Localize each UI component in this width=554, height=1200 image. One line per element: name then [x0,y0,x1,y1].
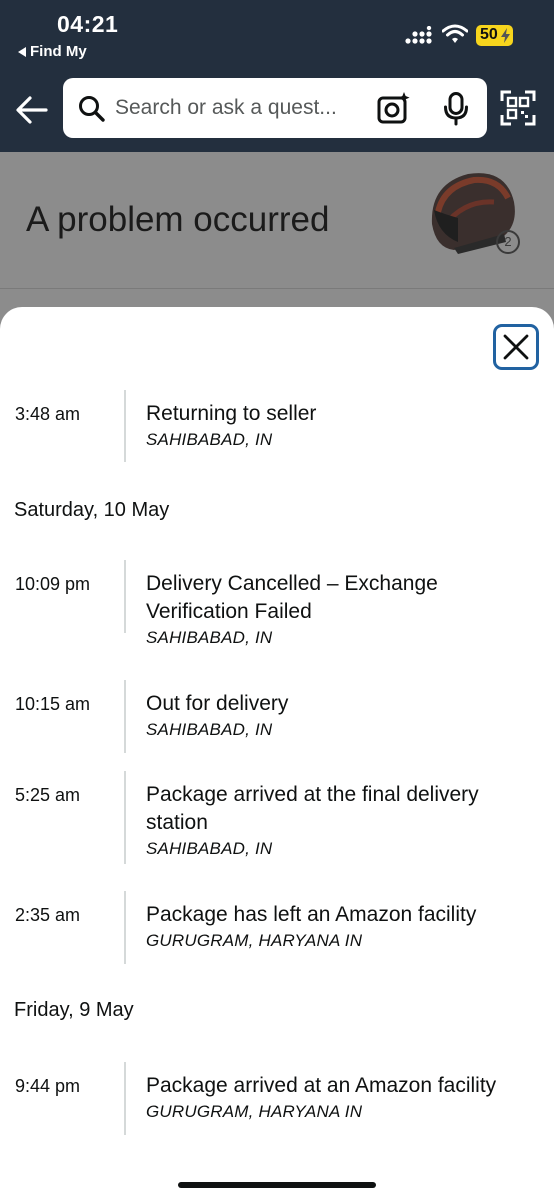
timeline-line [124,560,126,633]
back-to-app-link[interactable]: Find My [18,43,87,60]
event-location: SAHIBABAD, IN [146,720,273,739]
date-header: Saturday, 10 May [14,499,170,521]
status-time: 04:21 [57,11,119,37]
charging-bolt-icon [501,28,510,43]
close-button[interactable] [493,324,539,370]
timeline-line [124,771,126,864]
event-time: 3:48 am [15,404,81,424]
home-indicator[interactable] [178,1182,376,1188]
signal-icon [405,26,432,44]
wifi-icon [442,24,468,43]
top-bar: 04:21 Find My 50 [0,0,554,152]
event-time: 5:25 am [15,785,81,805]
camera-icon[interactable] [377,92,411,124]
search-icon [79,96,105,122]
page-title: A problem occurred [26,200,330,239]
qr-scanner-icon[interactable] [500,90,536,126]
event-location: SAHIBABAD, IN [146,839,273,858]
search-bar[interactable] [63,78,487,138]
event-title-line: station [146,811,208,834]
close-icon [503,334,529,360]
date-header: Friday, 9 May [14,999,134,1021]
battery-indicator: 50 [476,25,513,46]
microphone-icon[interactable] [443,92,469,126]
event-title: Returning to seller [146,402,317,425]
search-input[interactable] [115,90,360,126]
event-location: SAHIBABAD, IN [146,628,273,647]
item-count-badge: 2 [496,230,520,254]
timeline-line [124,680,126,753]
tracking-sheet: 3:48 am Returning to seller SAHIBABAD, I… [0,307,554,1200]
timeline-line [124,1062,126,1135]
event-title-line: Verification Failed [146,600,312,623]
back-triangle-icon [18,46,26,57]
timeline-line [124,891,126,964]
event-title: Package arrived at an Amazon facility [146,1074,497,1097]
event-title-line: Package arrived at the final delivery [146,783,479,806]
event-time: 9:44 pm [15,1076,81,1096]
battery-level: 50 [480,26,498,43]
timeline-line [124,390,126,462]
event-time: 10:09 pm [15,574,91,594]
back-arrow-icon[interactable] [14,92,50,128]
event-time: 2:35 am [15,905,81,925]
event-location: GURUGRAM, HARYANA IN [146,931,363,950]
event-location: GURUGRAM, HARYANA IN [146,1102,363,1121]
event-title-line: Delivery Cancelled – Exchange [146,572,438,595]
back-app-label: Find My [30,43,87,60]
event-title: Package has left an Amazon facility [146,903,477,926]
divider [0,288,554,289]
event-location: SAHIBABAD, IN [146,430,273,449]
event-title: Out for delivery [146,692,289,715]
event-time: 10:15 am [15,694,91,714]
